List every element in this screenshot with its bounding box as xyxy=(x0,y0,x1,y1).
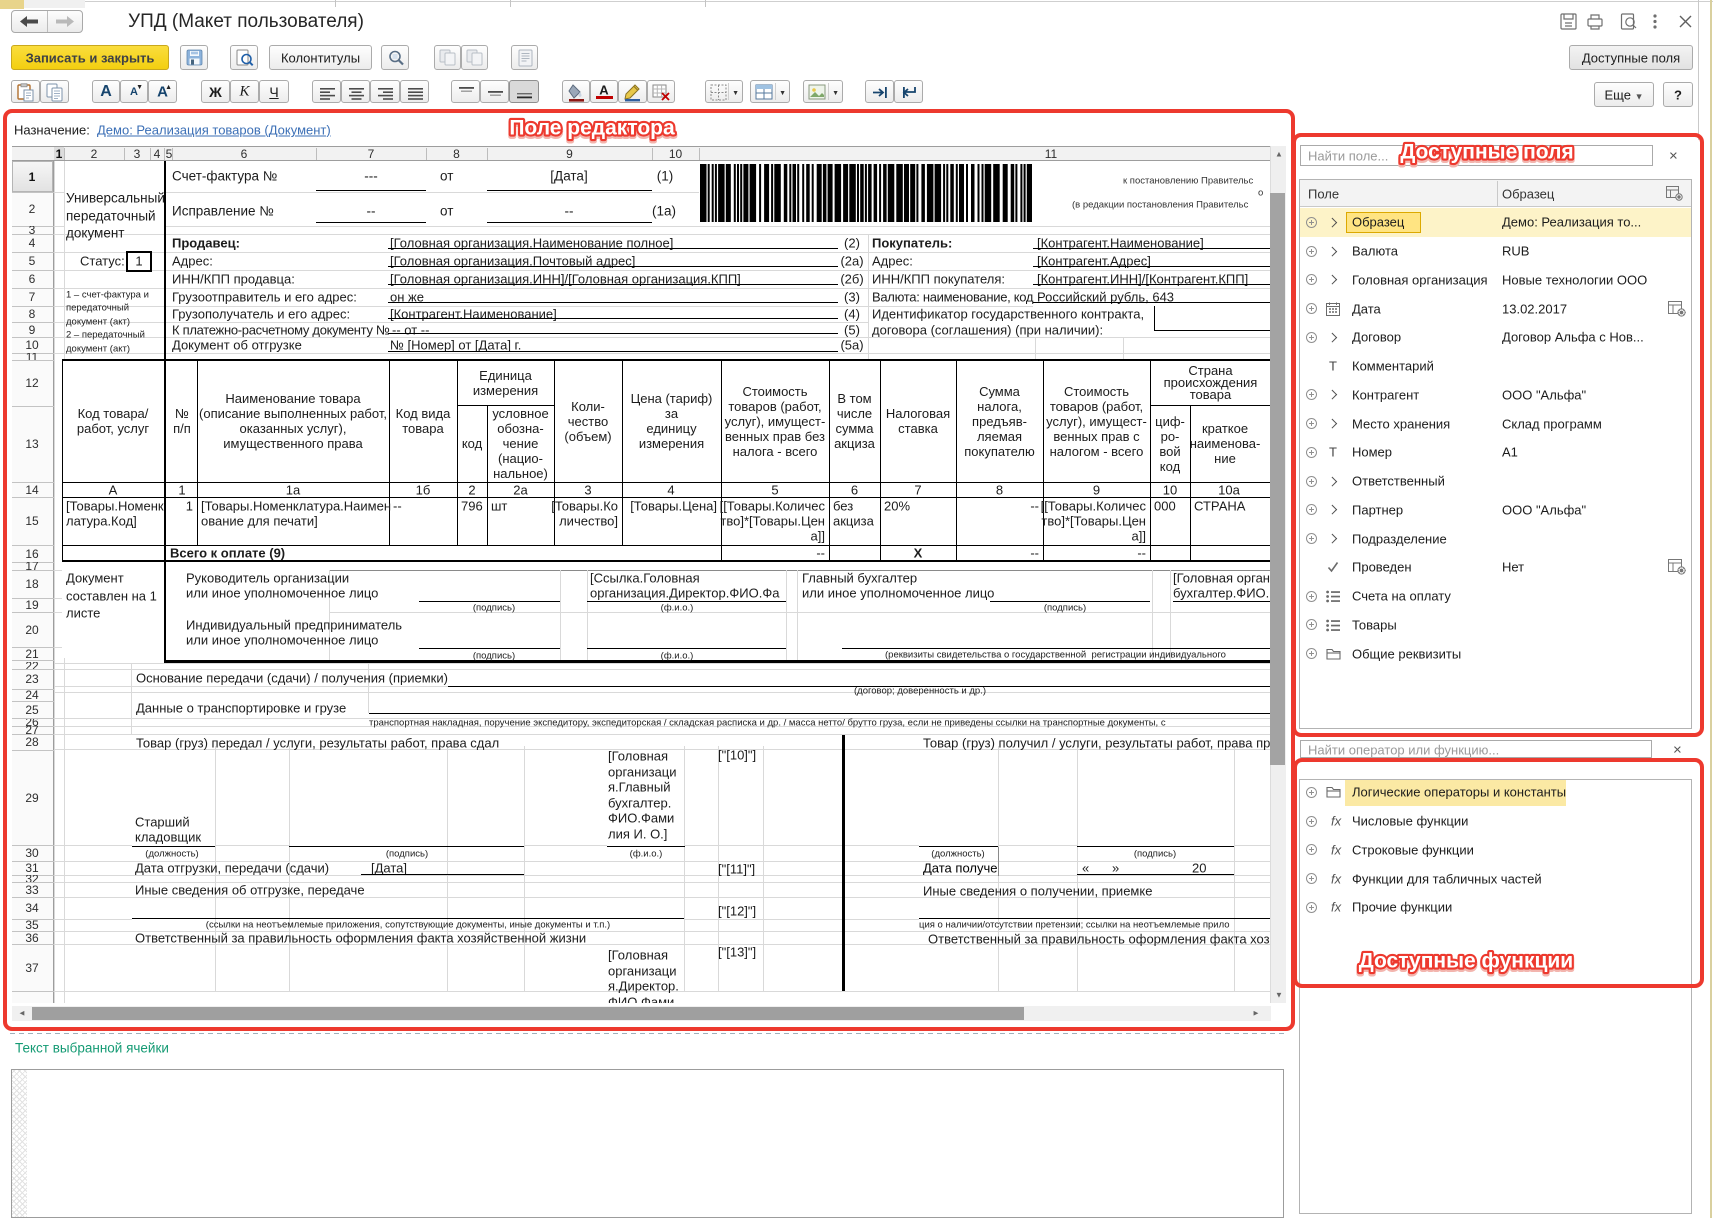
svg-text:Доступные функции: Доступные функции xyxy=(1359,950,1573,973)
svg-text:Доступные поля: Доступные поля xyxy=(1400,141,1573,164)
svg-text:Поле редактора: Поле редактора xyxy=(509,117,675,140)
